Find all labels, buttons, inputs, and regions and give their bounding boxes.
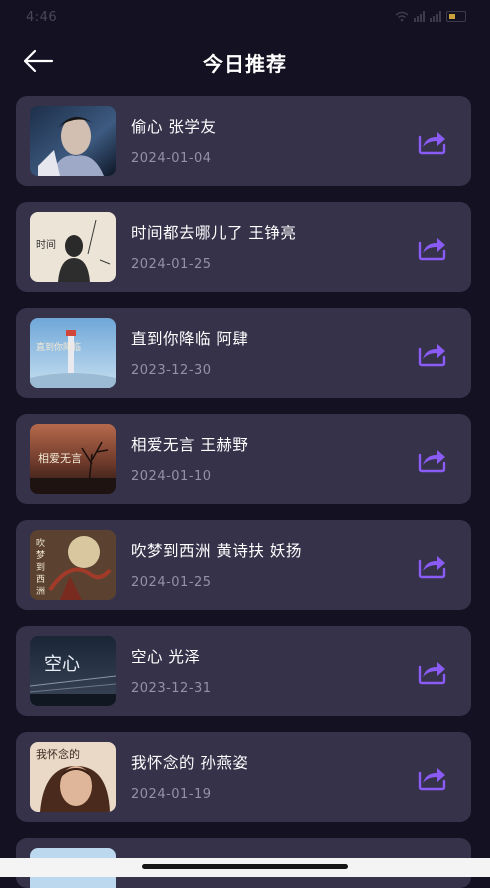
song-date: 2024-01-25: [131, 257, 212, 272]
page-title: 今日推荐: [203, 52, 287, 76]
song-date: 2023-12-30: [131, 363, 212, 378]
status-icons: [395, 11, 466, 22]
battery-icon: [446, 11, 466, 22]
share-icon[interactable]: [417, 339, 447, 367]
share-icon[interactable]: [417, 127, 447, 155]
share-icon[interactable]: [417, 445, 447, 473]
song-date: 2024-01-04: [131, 151, 212, 166]
signal-icon: [430, 11, 441, 22]
album-cover: 相爱无言: [30, 424, 116, 494]
share-icon[interactable]: [417, 657, 447, 685]
list-item[interactable]: 偷心 张学友 2024-01-04: [16, 96, 471, 186]
cover-text: 直到你降临: [36, 343, 82, 353]
song-date: 2023-12-31: [131, 681, 212, 696]
song-date: 2024-01-25: [131, 575, 212, 590]
song-title: 直到你降临 阿肆: [131, 330, 249, 348]
list-item[interactable]: 直到你降临 直到你降临 阿肆 2023-12-30: [16, 308, 471, 398]
song-title: 我怀念的 孙燕姿: [131, 754, 249, 772]
home-indicator: [0, 858, 490, 877]
album-cover: 吹梦到西洲: [30, 530, 116, 600]
song-title: 吹梦到西洲 黄诗扶 妖扬: [131, 542, 302, 560]
song-title: 相爱无言 王赫野: [131, 436, 249, 454]
cover-text: 相爱无言: [38, 452, 82, 465]
status-time: 4:46: [26, 10, 58, 25]
song-date: 2024-01-19: [131, 787, 212, 802]
share-icon[interactable]: [417, 551, 447, 579]
song-title: 空心 光泽: [131, 648, 201, 666]
list-item[interactable]: 我怀念的 我怀念的 孙燕姿 2024-01-19: [16, 732, 471, 822]
share-icon[interactable]: [417, 233, 447, 261]
list-item[interactable]: 空心 空心 光泽 2023-12-31: [16, 626, 471, 716]
header: 今日推荐: [0, 40, 490, 82]
song-title: 时间都去哪儿了 王铮亮: [131, 224, 297, 242]
album-cover: 时间: [30, 212, 116, 282]
cover-text: 吹梦到西洲: [36, 539, 46, 597]
cover-text: 空心: [44, 654, 80, 675]
signal-icon: [414, 11, 425, 22]
cover-text: 时间: [36, 240, 56, 251]
list-item[interactable]: 时间 时间都去哪儿了 王铮亮 2024-01-25: [16, 202, 471, 292]
album-cover: 空心: [30, 636, 116, 706]
list-item[interactable]: 相爱无言 相爱无言 王赫野 2024-01-10: [16, 414, 471, 504]
song-list: 偷心 张学友 2024-01-04 时间 时间都去哪儿了 王铮亮 2024-01…: [16, 96, 471, 888]
song-date: 2024-01-10: [131, 469, 212, 484]
album-cover: [30, 106, 116, 176]
share-icon[interactable]: [417, 763, 447, 791]
wifi-icon: [395, 11, 409, 22]
list-item[interactable]: 吹梦到西洲 吹梦到西洲 黄诗扶 妖扬 2024-01-25: [16, 520, 471, 610]
song-title: 偷心 张学友: [131, 118, 217, 136]
home-bar[interactable]: [142, 864, 348, 869]
album-cover: 直到你降临: [30, 318, 116, 388]
cover-text: 我怀念的: [36, 748, 80, 761]
status-bar: 4:46: [0, 0, 490, 40]
album-cover: 我怀念的: [30, 742, 116, 812]
